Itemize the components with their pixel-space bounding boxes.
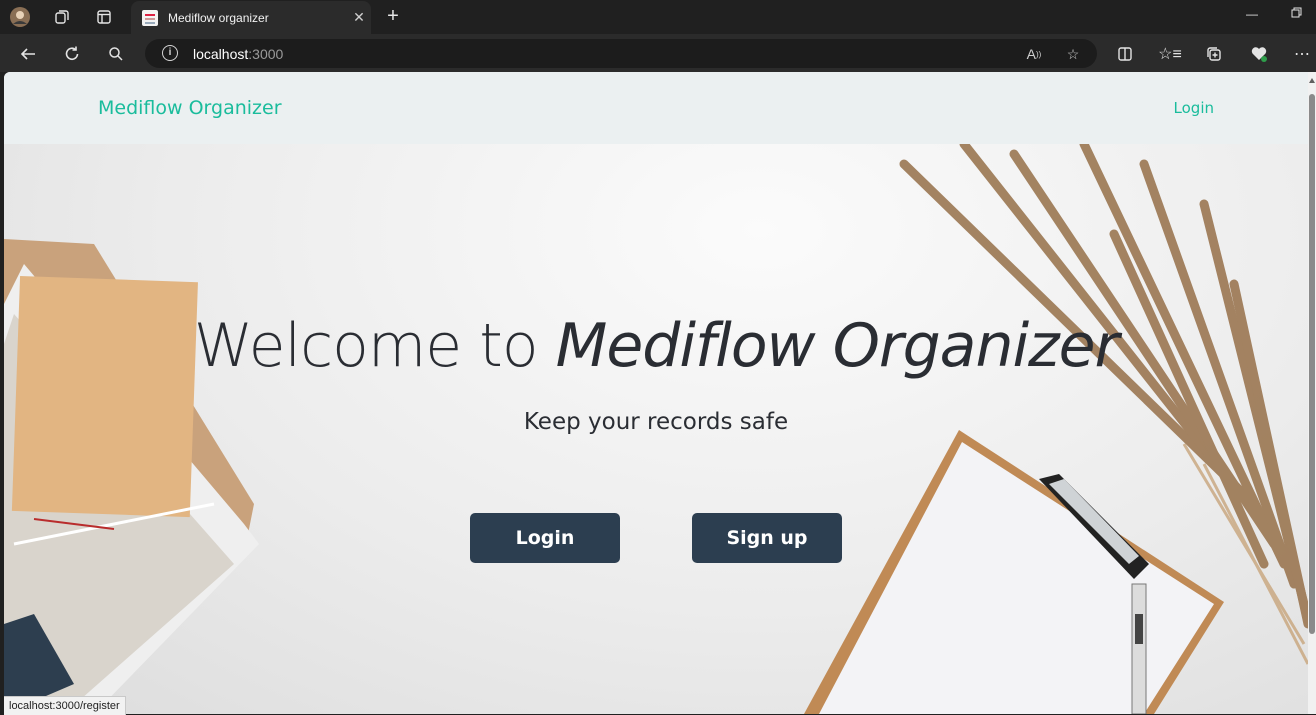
profile-icon[interactable] [9,6,31,28]
hero-subheading: Keep your records safe [523,409,789,435]
site-brand[interactable]: Mediflow Organizer [98,97,282,119]
more-icon[interactable]: ⋯ [1291,43,1313,65]
tab-title: Mediflow organizer [168,10,269,25]
search-icon[interactable] [105,43,127,65]
status-bar-url: localhost:3000/register [4,696,126,715]
address-bar[interactable]: i localhost:3000 A)) ☆ [145,39,1097,68]
login-button[interactable]: Login [470,513,620,563]
restore-icon[interactable] [1291,7,1302,21]
browser-toolbar: i localhost:3000 A)) ☆ ☆≡ ⋯ [0,34,1316,72]
page-scrollbar[interactable] [1308,72,1316,714]
health-extension-icon[interactable] [1248,43,1270,65]
info-icon[interactable]: i [162,45,178,61]
refresh-icon[interactable] [61,43,83,65]
minimize-icon[interactable]: — [1246,7,1258,21]
favorite-icon[interactable]: ☆ [1063,44,1083,64]
back-icon[interactable] [17,43,39,65]
hero-heading: Welcome to Mediflow Organizer [193,311,1120,381]
new-tab-icon[interactable]: + [381,5,405,29]
address-url[interactable]: localhost:3000 [193,46,283,62]
tab-favicon [142,9,158,26]
page-viewport: Mediflow Organizer Login Welcome to Medi… [4,72,1308,714]
scroll-up-icon[interactable] [1309,78,1315,83]
tab-actions-icon[interactable] [93,6,115,28]
close-tab-icon[interactable]: ✕ [347,9,371,26]
workspaces-icon[interactable] [51,6,73,28]
nav-login-link[interactable]: Login [1174,99,1214,117]
site-navbar: Mediflow Organizer Login [4,72,1308,144]
hero-section: Welcome to Mediflow Organizer Keep your … [4,144,1308,714]
signup-button[interactable]: Sign up [692,513,842,563]
split-screen-icon[interactable] [1114,43,1136,65]
collections-icon[interactable] [1203,43,1225,65]
favorites-icon[interactable]: ☆≡ [1158,43,1182,65]
browser-tab-strip: Mediflow organizer ✕ + — [0,0,1316,34]
scrollbar-thumb[interactable] [1309,94,1315,634]
hero-heading-emphasis: Mediflow Organizer [555,311,1120,381]
active-tab[interactable]: Mediflow organizer ✕ [131,1,371,34]
clipboard-illustration [804,430,1224,714]
read-aloud-icon[interactable]: A)) [1024,44,1044,64]
